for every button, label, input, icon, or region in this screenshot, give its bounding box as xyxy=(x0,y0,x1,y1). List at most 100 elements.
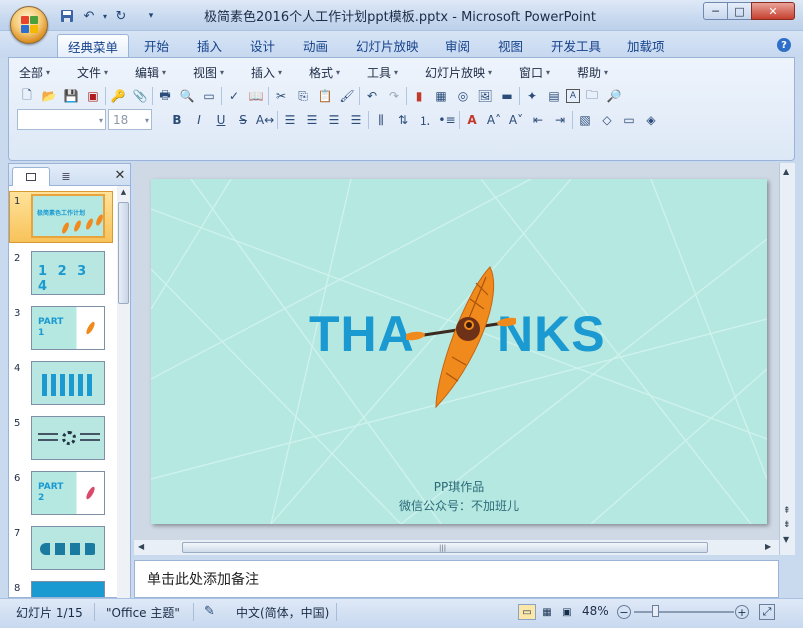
slide-thumbnail-7[interactable]: 7 xyxy=(9,526,117,576)
grow-font-icon[interactable]: A˄ xyxy=(484,110,504,130)
slide-icon[interactable]: ▭ xyxy=(199,86,219,106)
close-panel-icon[interactable]: ✕ xyxy=(112,167,128,183)
slides-tab[interactable] xyxy=(12,167,50,186)
undo-icon[interactable]: ↶ xyxy=(362,86,382,106)
tab-developer[interactable]: 开发工具 xyxy=(541,34,611,57)
menu-tools[interactable]: 工具 ▾ xyxy=(367,63,398,81)
bullets-icon[interactable]: •≡ xyxy=(437,110,457,130)
layout-icon[interactable]: ▤ xyxy=(544,86,564,106)
save-icon[interactable]: 💾 xyxy=(61,86,81,106)
scroll-left-icon[interactable]: ◀ xyxy=(138,542,144,551)
notes-pane[interactable]: 单击此处添加备注 xyxy=(134,560,779,598)
spelling-icon[interactable]: ✓ xyxy=(224,86,244,106)
font-size-combo[interactable]: 18 ▾ xyxy=(108,109,152,130)
menu-format[interactable]: 格式 ▾ xyxy=(309,63,340,81)
tab-slideshow[interactable]: 幻灯片放映 xyxy=(346,34,429,57)
slide-horizontal-scrollbar[interactable]: ◀ ||| ▶ xyxy=(134,540,779,555)
redo-icon[interactable]: ↻ xyxy=(112,7,130,25)
tab-insert[interactable]: 插入 xyxy=(187,34,232,57)
outline-tab[interactable]: ≣ xyxy=(51,167,81,186)
slide-thumbnail-3[interactable]: 3 PART 1 xyxy=(9,306,117,356)
scroll-up-icon[interactable]: ▲ xyxy=(118,188,129,198)
scroll-down-icon[interactable]: ▼ xyxy=(783,535,789,544)
tab-animations[interactable]: 动画 xyxy=(293,34,338,57)
bold-icon[interactable]: B xyxy=(167,110,187,130)
find-icon[interactable]: 🔎 xyxy=(604,86,624,106)
normal-view-icon[interactable]: ▭ xyxy=(518,604,536,620)
new-icon[interactable]: 🗋 xyxy=(17,86,37,106)
justify-icon[interactable]: ☰ xyxy=(346,110,366,130)
tab-design[interactable]: 设计 xyxy=(240,34,285,57)
menu-file[interactable]: 文件 ▾ xyxy=(77,63,108,81)
research-icon[interactable]: 📖 xyxy=(246,86,266,106)
customize-qat-icon[interactable]: ▾ xyxy=(142,7,160,25)
current-slide[interactable]: THA NKS PP琪作品 微信公众号：不加班儿 xyxy=(151,179,767,524)
menu-all[interactable]: 全部 ▾ xyxy=(19,63,50,81)
new-slide-icon[interactable]: ✦ xyxy=(522,86,542,106)
zoom-out-icon[interactable]: − xyxy=(617,605,631,619)
slide-thumbnail-4[interactable]: 4 xyxy=(9,361,117,411)
font-color-icon[interactable]: A xyxy=(462,110,482,130)
zoom-slider-track[interactable] xyxy=(634,611,734,613)
arrange-icon[interactable]: ▧ xyxy=(575,110,595,130)
slide-thumbnail-2[interactable]: 2 1 2 3 4 xyxy=(9,251,117,301)
shapes-icon[interactable]: ◇ xyxy=(597,110,617,130)
open-icon[interactable]: 📂 xyxy=(39,86,59,106)
tab-classic-menu[interactable]: 经典菜单 xyxy=(57,34,130,57)
menu-help[interactable]: 帮助 ▾ xyxy=(577,63,608,81)
slideshow-view-icon[interactable]: ▣ xyxy=(558,604,576,620)
decrease-indent-icon[interactable]: ⇤ xyxy=(528,110,548,130)
text-direction-icon[interactable]: ⇅ xyxy=(393,110,413,130)
slide-vertical-scrollbar[interactable]: ▲ ⇞ ⇟ ▼ xyxy=(779,163,795,555)
strikethrough-icon[interactable]: S xyxy=(233,110,253,130)
zoom-in-icon[interactable]: + xyxy=(735,605,749,619)
fit-to-window-icon[interactable]: ⤢ xyxy=(759,604,775,620)
slide-thumbnail-6[interactable]: 6 PART 2 xyxy=(9,471,117,521)
slide-thumbnail-5[interactable]: 5 xyxy=(9,416,117,466)
menu-edit[interactable]: 编辑 ▾ xyxy=(135,63,166,81)
insert-picture-icon[interactable]: 🖼 xyxy=(475,86,495,106)
maximize-button[interactable]: □ xyxy=(727,2,752,20)
menu-insert[interactable]: 插入 ▾ xyxy=(251,63,282,81)
slide-sorter-icon[interactable]: ▦ xyxy=(538,604,556,620)
zoom-level[interactable]: 48% xyxy=(582,604,609,618)
next-slide-icon[interactable]: ⇟ xyxy=(783,521,791,530)
cut-icon[interactable]: ✂ xyxy=(271,86,291,106)
redo-icon[interactable]: ↷ xyxy=(384,86,404,106)
thumbnail-scrollbar[interactable]: ▲ xyxy=(117,186,130,598)
copy-icon[interactable]: ⎘ xyxy=(293,86,313,106)
tab-view[interactable]: 视图 xyxy=(488,34,533,57)
print-preview-icon[interactable]: 🔍 xyxy=(177,86,197,106)
folder-icon[interactable]: 🗀 xyxy=(582,86,602,106)
scroll-up-icon[interactable]: ▲ xyxy=(783,167,789,176)
minimize-button[interactable]: ─ xyxy=(703,2,728,20)
previous-slide-icon[interactable]: ⇞ xyxy=(783,507,791,516)
attach-icon[interactable]: 📎 xyxy=(130,86,150,106)
insert-table-icon[interactable]: ▦ xyxy=(431,86,451,106)
underline-icon[interactable]: U xyxy=(211,110,231,130)
spelling-check-icon[interactable]: ✎ xyxy=(204,604,215,619)
char-spacing-icon[interactable]: A↔ xyxy=(255,110,275,130)
columns-icon[interactable]: ⫼ xyxy=(371,110,391,130)
insert-chart-icon[interactable]: ▮ xyxy=(409,86,429,106)
permission-icon[interactable]: 🔑 xyxy=(108,86,128,106)
save-icon[interactable] xyxy=(58,7,76,25)
slide-thumbnail-1[interactable]: 1 极简素色工作计划 xyxy=(9,191,117,244)
print-icon[interactable]: 🖶 xyxy=(155,86,175,106)
slide-thumbnail-8[interactable]: 8 xyxy=(9,581,117,597)
zoom-slider-thumb[interactable] xyxy=(652,605,659,617)
font-name-combo[interactable]: ▾ xyxy=(17,109,106,130)
align-left-icon[interactable]: ☰ xyxy=(280,110,300,130)
italic-icon[interactable]: I xyxy=(189,110,209,130)
menu-window[interactable]: 窗口 ▾ xyxy=(519,63,550,81)
help-icon[interactable]: ? xyxy=(777,38,791,52)
office-button[interactable] xyxy=(10,6,48,44)
quick-styles-icon[interactable]: ▭ xyxy=(619,110,639,130)
paste-icon[interactable]: 📋 xyxy=(315,86,335,106)
numbering-icon[interactable]: ⒈ xyxy=(415,110,435,130)
shrink-font-icon[interactable]: A˅ xyxy=(506,110,526,130)
tab-review[interactable]: 审阅 xyxy=(435,34,480,57)
scroll-thumb[interactable]: ||| xyxy=(182,542,708,553)
align-right-icon[interactable]: ☰ xyxy=(324,110,344,130)
increase-indent-icon[interactable]: ⇥ xyxy=(550,110,570,130)
